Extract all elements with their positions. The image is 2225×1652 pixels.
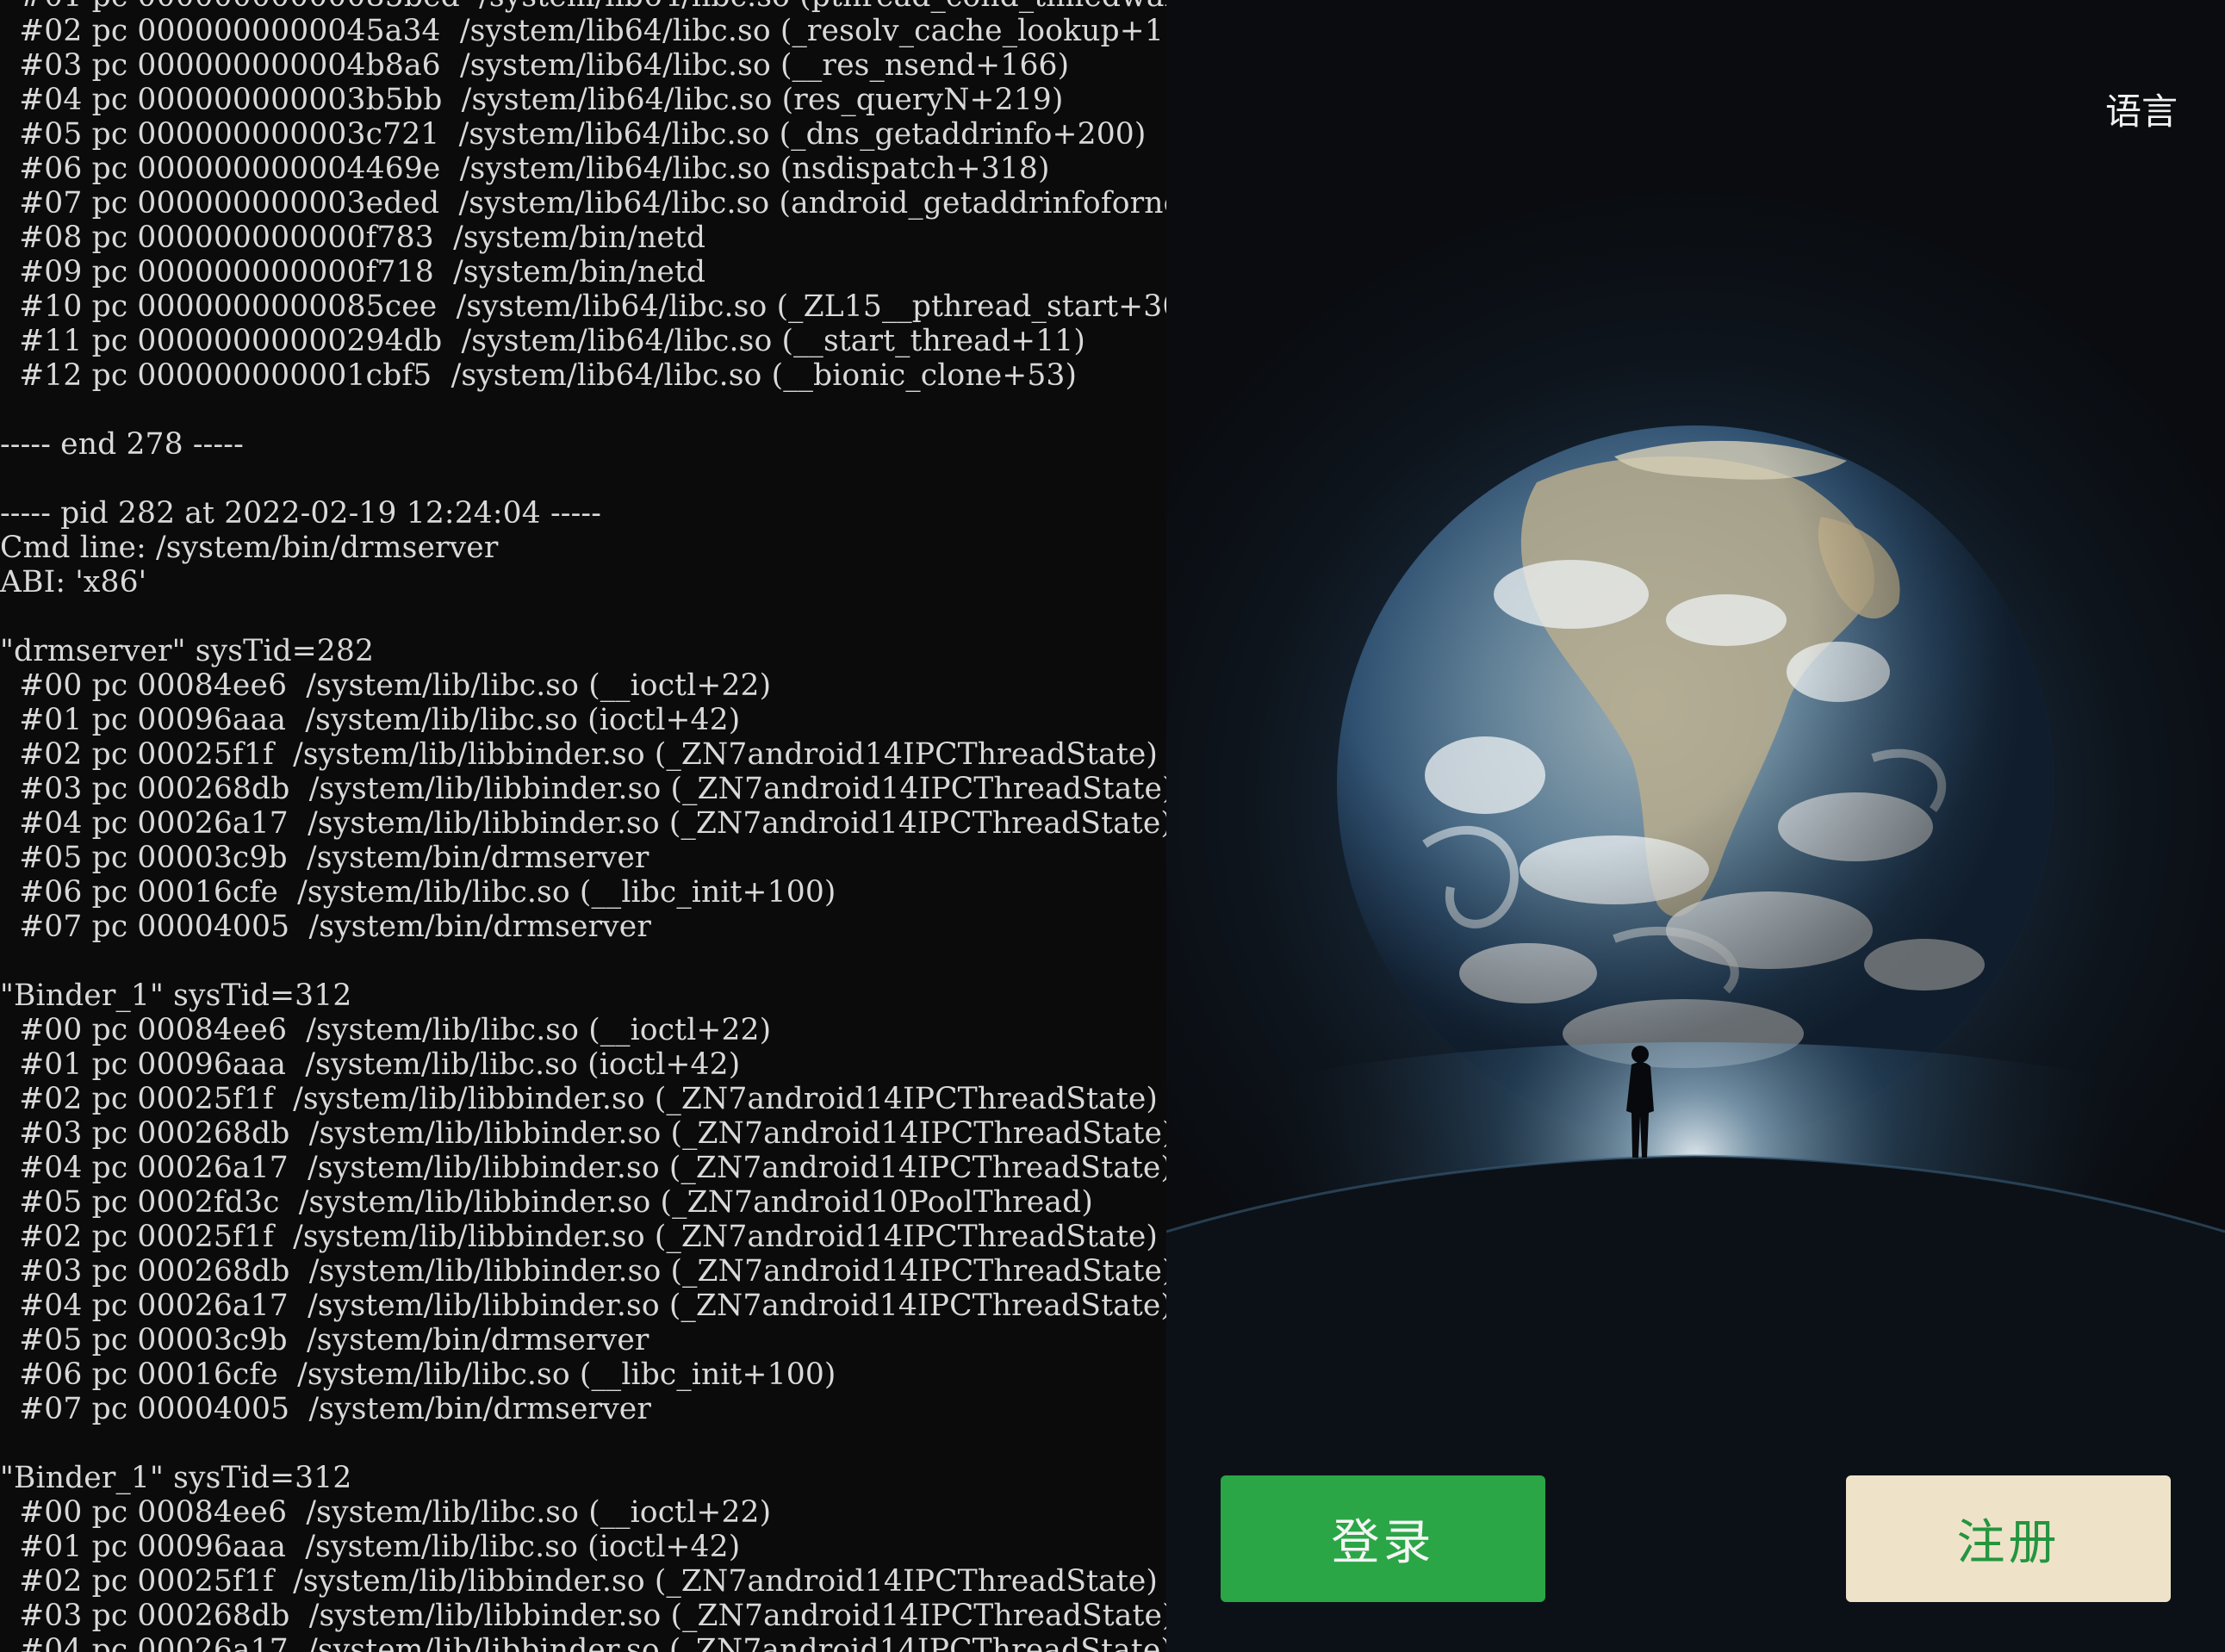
log-line: #06 pc 00016cfe /system/lib/libc.so (__l… — [0, 1357, 836, 1392]
earth-scene — [1166, 0, 2225, 1652]
log-line: #03 pc 000268db /system/lib/libbinder.so… — [0, 1116, 1166, 1151]
log-line: #01 pc 00096aaa /system/lib/libc.so (ioc… — [0, 1047, 741, 1082]
log-line: ----- pid 282 at 2022-02-19 12:24:04 ---… — [0, 496, 602, 531]
log-line: #06 pc 00016cfe /system/lib/libc.so (__l… — [0, 875, 836, 910]
log-line: #03 pc 000268db /system/lib/libbinder.so… — [0, 772, 1166, 806]
log-line: #12 pc 000000000001cbf5 /system/lib64/li… — [0, 358, 1078, 393]
log-line: "Binder_1" sysTid=312 — [0, 978, 352, 1013]
crash-log-console: #01 pc 00000000000085bed /system/lib64/l… — [0, 0, 1166, 1652]
language-button[interactable]: 语言 — [2105, 83, 2178, 135]
earth-image — [1337, 425, 2054, 1142]
log-line: #08 pc 000000000000f783 /system/bin/netd — [0, 220, 706, 255]
log-line: #01 pc 00000000000085bed /system/lib64/l… — [0, 0, 1166, 14]
log-line: #05 pc 00003c9b /system/bin/drmserver — [0, 1323, 649, 1357]
welcome-screen: 语言 登录 注册 — [1166, 0, 2225, 1652]
log-line: #03 pc 000268db /system/lib/libbinder.so… — [0, 1254, 1166, 1289]
log-line: #02 pc 00025f1f /system/lib/libbinder.so… — [0, 1564, 1159, 1599]
login-button[interactable]: 登录 — [1221, 1475, 1545, 1602]
register-button[interactable]: 注册 — [1846, 1475, 2171, 1602]
log-line: #09 pc 000000000000f718 /system/bin/netd — [0, 255, 706, 289]
log-line: #03 pc 000268db /system/lib/libbinder.so… — [0, 1599, 1166, 1633]
log-line: #06 pc 000000000004469e /system/lib64/li… — [0, 152, 1050, 186]
log-line: #00 pc 00084ee6 /system/lib/libc.so (__i… — [0, 1495, 772, 1530]
log-line: #02 pc 00025f1f /system/lib/libbinder.so… — [0, 1220, 1159, 1254]
log-line: #04 pc 000000000003b5bb /system/lib64/li… — [0, 83, 1064, 117]
log-line: #00 pc 00084ee6 /system/lib/libc.so (__i… — [0, 1013, 772, 1047]
log-line: "Binder_1" sysTid=312 — [0, 1461, 352, 1495]
log-line: #05 pc 000000000003c721 /system/lib64/li… — [0, 117, 1147, 152]
log-line: #04 pc 00026a17 /system/lib/libbinder.so… — [0, 1633, 1166, 1652]
log-line: #07 pc 00004005 /system/bin/drmserver — [0, 1392, 652, 1426]
log-line: #02 pc 00025f1f /system/lib/libbinder.so… — [0, 1082, 1159, 1116]
log-line: #01 pc 00096aaa /system/lib/libc.so (ioc… — [0, 703, 741, 737]
log-line: #02 pc 00025f1f /system/lib/libbinder.so… — [0, 737, 1159, 772]
log-line: #02 pc 0000000000045a34 /system/lib64/li… — [0, 14, 1166, 48]
log-line: #05 pc 00003c9b /system/bin/drmserver — [0, 841, 649, 875]
log-line: Cmd line: /system/bin/drmserver — [0, 531, 499, 565]
log-line: #07 pc 000000000003eded /system/lib64/li… — [0, 186, 1166, 220]
log-line: #05 pc 0002fd3c /system/lib/libbinder.so… — [0, 1185, 1093, 1220]
log-line: #07 pc 00004005 /system/bin/drmserver — [0, 910, 652, 944]
log-line: "drmserver" sysTid=282 — [0, 634, 375, 668]
log-line: #04 pc 00026a17 /system/lib/libbinder.so… — [0, 1151, 1166, 1185]
log-line: ----- end 278 ----- — [0, 427, 244, 462]
log-line: #01 pc 00096aaa /system/lib/libc.so (ioc… — [0, 1530, 741, 1564]
log-line: #03 pc 000000000004b8a6 /system/lib64/li… — [0, 48, 1070, 83]
log-line: ABI: 'x86' — [0, 565, 147, 599]
log-line: #11 pc 00000000000294db /system/lib64/li… — [0, 324, 1085, 358]
log-line: #04 pc 00026a17 /system/lib/libbinder.so… — [0, 1289, 1166, 1323]
log-text: #01 pc 00000000000085bed /system/lib64/l… — [0, 0, 1166, 1652]
log-line: #00 pc 00084ee6 /system/lib/libc.so (__i… — [0, 668, 772, 703]
log-line: #10 pc 0000000000085cee /system/lib64/li… — [0, 289, 1166, 324]
log-line: #04 pc 00026a17 /system/lib/libbinder.so… — [0, 806, 1166, 841]
